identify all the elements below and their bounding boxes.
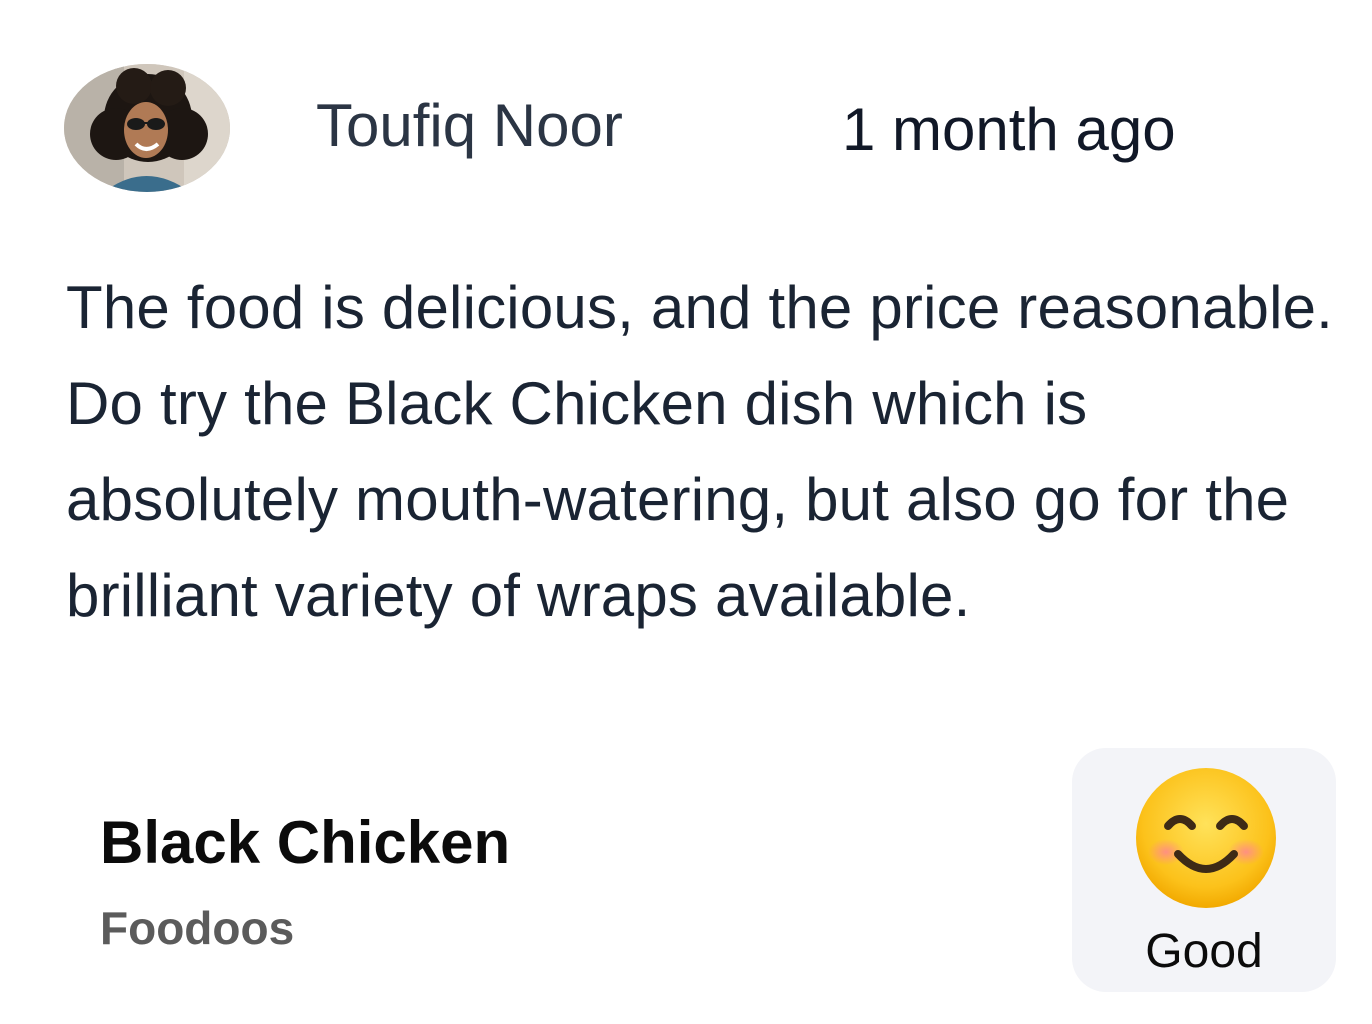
review-card: Toufiq Noor 1 month ago The food is deli…	[0, 0, 1372, 1024]
avatar[interactable]	[64, 64, 230, 192]
review-timestamp: 1 month ago	[842, 96, 1176, 163]
rating-badge: Good	[1072, 748, 1336, 992]
rating-label: Good	[1145, 925, 1263, 978]
reviewer-name[interactable]: Toufiq Noor	[316, 88, 623, 164]
avatar-image	[64, 64, 230, 192]
dish-name[interactable]: Black Chicken	[100, 806, 510, 880]
restaurant-name[interactable]: Foodoos	[100, 898, 294, 958]
smiling-face-icon	[1134, 766, 1278, 910]
review-text: The food is delicious, and the price rea…	[66, 274, 1334, 629]
